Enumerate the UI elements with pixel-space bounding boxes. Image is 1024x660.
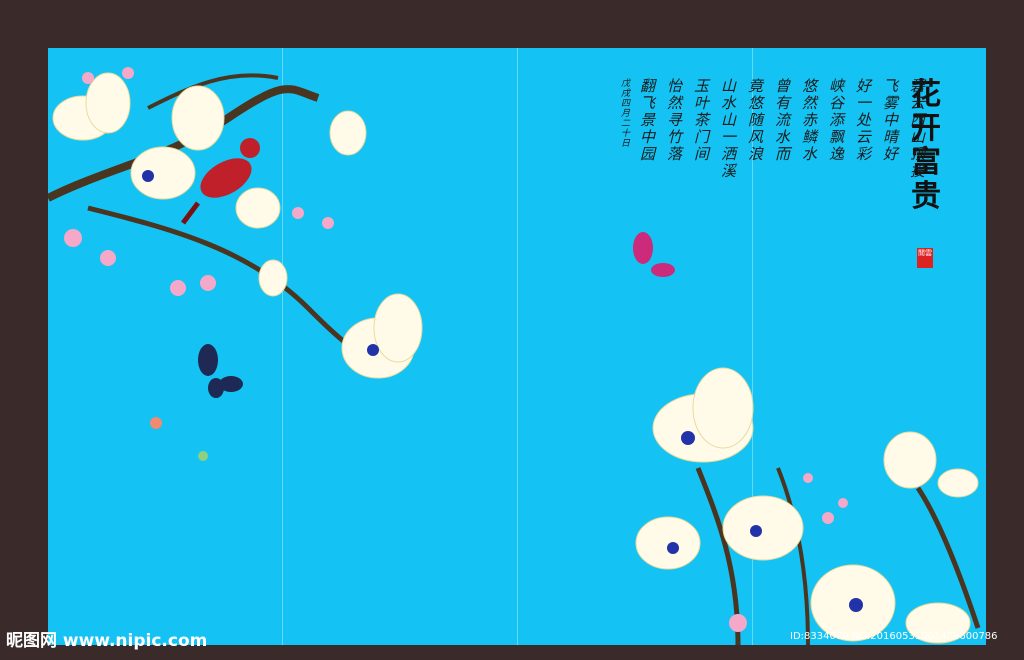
poem-column: 曾有流水而 xyxy=(773,78,791,163)
poem-column: 峡谷添飘逸 xyxy=(827,78,845,163)
poem-column: 怡然寻竹落 xyxy=(665,78,683,163)
watermark-site: www.nipic.com xyxy=(62,631,208,651)
artwork-panel: 花开富贵 閒雲 碧云西山顶投 飞雾中晴好 好一处云彩 峡谷添飘逸 悠然赤鳞水 曾… xyxy=(48,48,986,645)
butterfly xyxy=(198,344,243,398)
calligraphy-poem: 碧云西山顶投 飞雾中晴好 好一处云彩 峡谷添飘逸 悠然赤鳞水 曾有流水而 竟悠随… xyxy=(618,78,928,258)
poem-column: 飞雾中晴好 xyxy=(881,78,899,163)
poem-column: 悠然赤鳞水 xyxy=(800,78,818,163)
watermark-brand: 昵图网 www.nipic.com xyxy=(6,626,207,651)
poem-column: 翻飞景中园 xyxy=(638,78,656,163)
poem-column: 山水山一洒溪 xyxy=(719,78,737,180)
poem-column: 碧云西山顶投 xyxy=(908,78,926,180)
poem-column: 竟悠随风浪 xyxy=(746,78,764,163)
watermark-brand-name: 昵图网 xyxy=(6,631,57,651)
magnolia-flower xyxy=(52,72,423,379)
poem-column: 玉叶茶门间 xyxy=(692,78,710,163)
watermark-id: ID:8334070 NO:20160531001428600786 xyxy=(790,631,998,642)
poem-column: 好一处云彩 xyxy=(854,78,872,163)
poem-signature: 戊戌四月二十日 xyxy=(619,78,629,148)
